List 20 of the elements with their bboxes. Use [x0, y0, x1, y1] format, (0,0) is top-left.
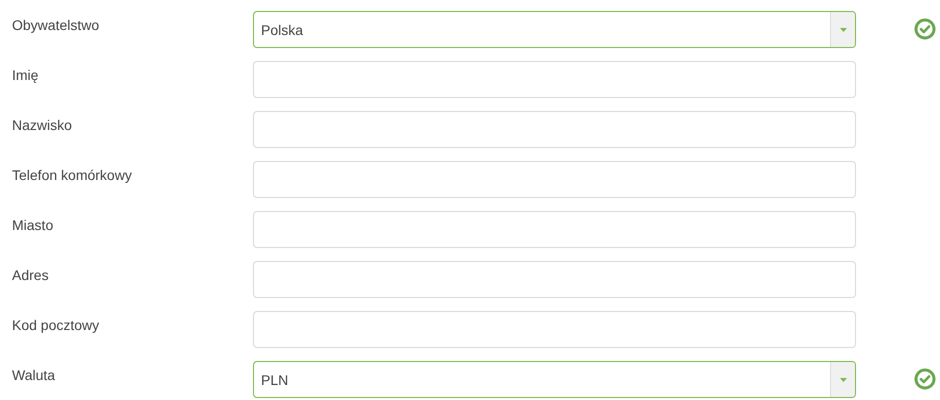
- field-label: Miasto: [12, 216, 54, 233]
- field-label: Telefon komórkowy: [12, 166, 133, 183]
- dropdown-field[interactable]: Polska: [253, 11, 856, 48]
- input-field[interactable]: [253, 261, 856, 298]
- field-label: Kod pocztowy: [12, 316, 100, 333]
- input-field[interactable]: [253, 61, 856, 98]
- dropdown-field[interactable]: PLN: [253, 361, 856, 398]
- field-label: Nazwisko: [12, 116, 73, 133]
- check-circle-icon: [914, 18, 936, 40]
- check-circle-icon: [914, 368, 936, 390]
- caret-icon: [840, 28, 846, 32]
- input-field[interactable]: [253, 311, 856, 348]
- field-label: Imię: [12, 66, 40, 83]
- field-label: Adres: [12, 266, 50, 283]
- field-label: Waluta: [12, 366, 56, 383]
- caret-icon: [840, 378, 846, 382]
- input-field[interactable]: [253, 211, 856, 248]
- field-label: Obywatelstwo: [12, 16, 100, 33]
- input-field[interactable]: [253, 161, 856, 198]
- input-field[interactable]: [253, 111, 856, 148]
